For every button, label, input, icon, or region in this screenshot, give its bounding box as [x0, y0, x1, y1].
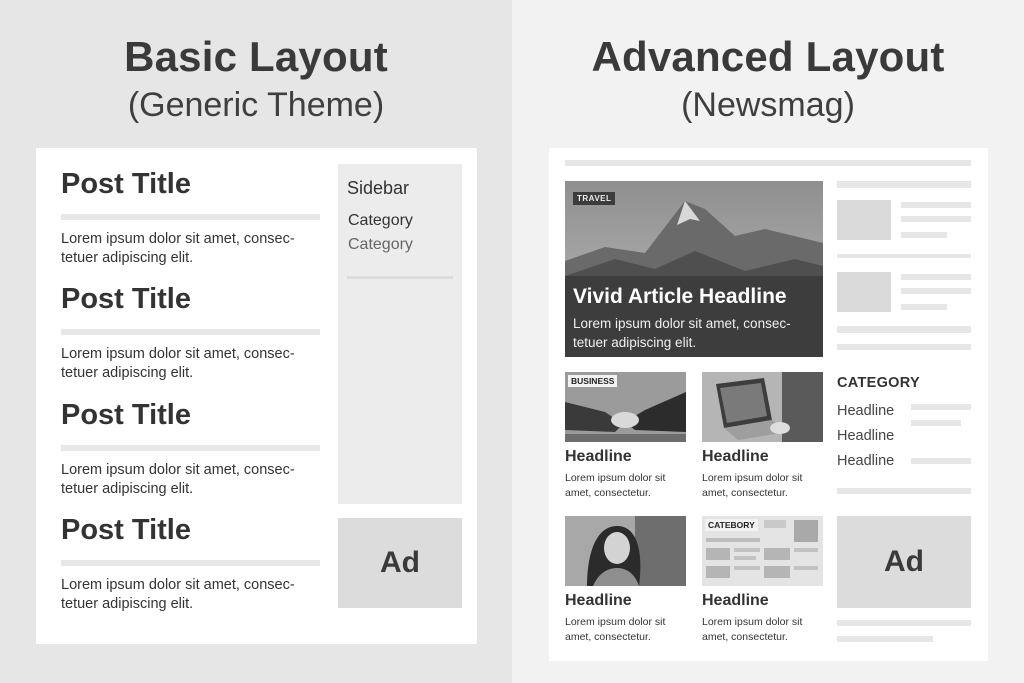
post-excerpt: Lorem ipsum dolor sit amet, consec-tetue… [61, 462, 295, 497]
laptop-image-icon [702, 372, 823, 442]
list-bar [901, 232, 947, 238]
sidebar-category-active: Category [348, 212, 413, 229]
card-excerpt: Lorem ipsum dolor sit amet, consectetur. [565, 616, 666, 643]
post-excerpt: Lorem ipsum dolor sit amet, consec-tetue… [61, 577, 295, 612]
card-excerpt: Lorem ipsum dolor sit amet, consectetur. [702, 616, 803, 643]
post-title-rule [61, 560, 320, 566]
list-bar [901, 288, 971, 294]
list-bar [837, 636, 933, 642]
card-category-tag: CATEBORY [705, 519, 758, 531]
card-excerpt: Lorem ipsum dolor sit amet, consectetur. [702, 472, 803, 499]
post-title-rule [61, 329, 320, 335]
top-nav-bar [565, 160, 971, 166]
card-headline: Headline [565, 448, 632, 465]
portrait-thumbnail [565, 516, 686, 586]
sidebar-divider [347, 276, 453, 279]
basic-layout-subtitle: (Generic Theme) [127, 86, 385, 124]
list-bar [837, 620, 971, 626]
list-divider [837, 488, 971, 494]
sidebar-category: Category [348, 236, 413, 253]
post-item: Post Title Lorem ipsum dolor sit amet, c… [61, 399, 321, 497]
post-title: Post Title [61, 514, 191, 546]
person-image-icon [565, 516, 686, 586]
category-link[interactable]: Headline [837, 403, 894, 419]
post-item: Post Title Lorem ipsum dolor sit amet, c… [61, 514, 321, 612]
post-title: Post Title [61, 399, 191, 431]
post-title-rule [61, 214, 320, 220]
list-bar [901, 216, 971, 222]
basic-layout-title: Basic Layout [124, 33, 388, 80]
ad-placeholder: Ad [837, 516, 971, 608]
basic-layout-mockup: Post Title Lorem ipsum dolor sit amet, c… [36, 148, 477, 644]
card-excerpt: Lorem ipsum dolor sit amet, consectetur. [565, 472, 666, 499]
list-bar [901, 274, 971, 280]
list-bar [837, 344, 971, 350]
category-heading: CATEGORY [837, 375, 920, 391]
advanced-layout-mockup: TRAVEL Vivid Article Headline Lorem ipsu… [549, 148, 988, 661]
hero-category-tag: TRAVEL [573, 192, 616, 205]
layout-thumbnail: CATEBORY [702, 516, 823, 586]
post-excerpt: Lorem ipsum dolor sit amet, consec-tetue… [61, 346, 295, 381]
laptop-thumbnail [702, 372, 823, 442]
post-title-rule [61, 445, 320, 451]
list-bar [837, 181, 971, 188]
list-divider [837, 254, 971, 258]
card-category-tag: BUSINESS [568, 375, 618, 387]
list-bar [837, 326, 971, 333]
hero-article: TRAVEL Vivid Article Headline Lorem ipsu… [565, 181, 823, 357]
list-bar [911, 458, 971, 464]
post-item: Post Title Lorem ipsum dolor sit amet, c… [61, 283, 321, 381]
list-thumb [837, 200, 891, 240]
list-bar [911, 420, 961, 426]
advanced-layout-title: Advanced Layout [591, 33, 945, 80]
post-title: Post Title [61, 283, 191, 315]
list-bar [911, 404, 971, 410]
sidebar: Sidebar Category Category [338, 164, 462, 504]
list-bar [901, 202, 971, 208]
ad-placeholder: Ad [338, 518, 462, 608]
hero-headline: Vivid Article Headline [573, 285, 787, 308]
hero-excerpt: Lorem ipsum dolor sit amet, consec-tetue… [573, 316, 791, 350]
list-bar [901, 304, 947, 310]
post-item: Post Title Lorem ipsum dolor sit amet, c… [61, 168, 321, 266]
category-link[interactable]: Headline [837, 428, 894, 444]
card-headline: Headline [565, 592, 632, 609]
business-thumbnail: BUSINESS [565, 372, 686, 442]
sidebar-title: Sidebar [347, 178, 410, 198]
card-headline: Headline [702, 448, 769, 465]
card-headline: Headline [702, 592, 769, 609]
list-thumb [837, 272, 891, 312]
advanced-layout-subtitle: (Newsmag) [681, 86, 855, 124]
post-excerpt: Lorem ipsum dolor sit amet, consec-tetue… [61, 231, 295, 266]
post-title: Post Title [61, 168, 191, 200]
category-link[interactable]: Headline [837, 453, 894, 469]
